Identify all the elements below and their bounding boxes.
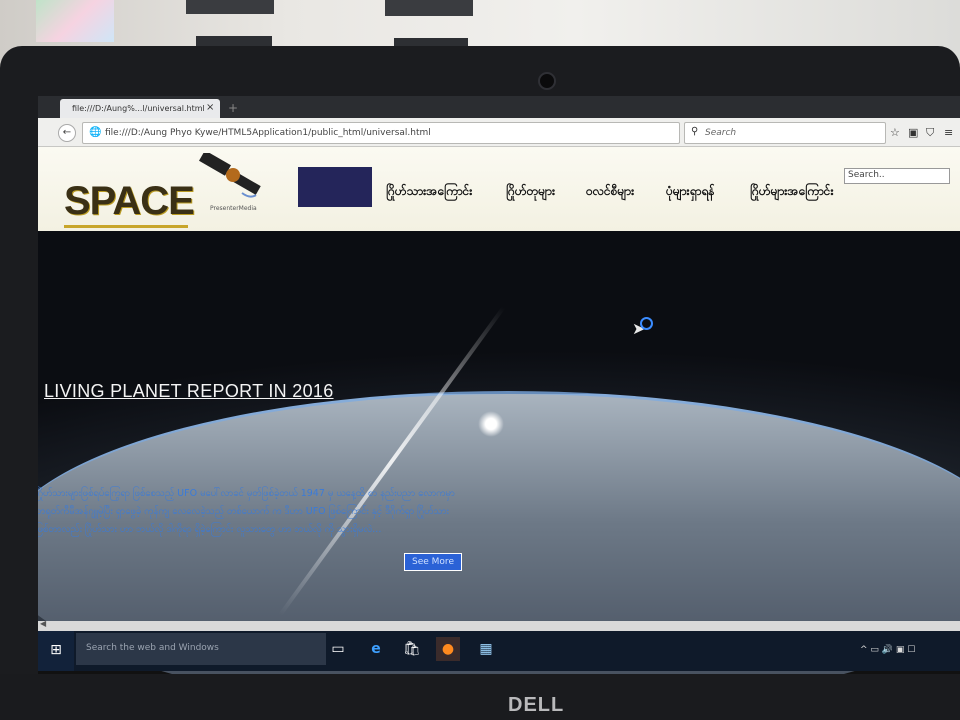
globe-icon: 🌐: [89, 127, 102, 138]
nav-link-aliens[interactable]: ဂြိုဟ်သားအကြောင်း: [386, 183, 472, 201]
hero-title[interactable]: LIVING PLANET REPORT IN 2016: [44, 381, 334, 402]
see-more-button[interactable]: See More: [404, 553, 462, 571]
tab-title: file:///D:/Aung%...l/universal.html: [72, 104, 205, 113]
wall-poster: [36, 0, 114, 42]
taskbar-search-input[interactable]: Search the web and Windows: [76, 633, 326, 665]
edge-browser-icon[interactable]: e: [364, 637, 388, 661]
busy-indicator-icon: [640, 317, 653, 330]
new-tab-button[interactable]: +: [228, 101, 238, 115]
store-icon[interactable]: 🛍: [400, 637, 424, 661]
browser-tab[interactable]: file:///D:/Aung%...l/universal.html ×: [60, 99, 220, 118]
bookmark-star-icon[interactable]: ☆: [890, 126, 900, 139]
laptop-bottom-bezel: [0, 674, 960, 720]
reading-list-icon[interactable]: ▣: [908, 126, 918, 139]
browser-nav-bar: ← 🌐 file:///D:/Aung Phyo Kywe/HTML5Appli…: [38, 118, 960, 147]
pocket-icon[interactable]: ⛉: [926, 126, 934, 140]
nav-link-satellites[interactable]: ဂြိုဟ်တုများ: [506, 183, 555, 201]
nav-link-galaxies[interactable]: ဝလင်စီများ: [586, 183, 634, 201]
site-search-placeholder: Search..: [848, 170, 885, 180]
url-text: file:///D:/Aung Phyo Kywe/HTML5Applicati…: [105, 128, 431, 138]
nav-link-planets[interactable]: ဂြိုဟ်များအကြောင်း: [750, 183, 834, 201]
close-tab-icon[interactable]: ×: [206, 102, 214, 113]
nav-link-photos[interactable]: ပုံများရှာရန်: [666, 183, 715, 201]
window-pane: [385, 0, 473, 16]
laptop-screen: file:///D:/Aung%...l/universal.html × + …: [38, 96, 960, 674]
site-search-input[interactable]: Search..: [844, 168, 950, 184]
search-placeholder: Search: [705, 128, 737, 138]
site-header: SPACE PresenterMedia ဂြိုဟ်သားအကြောင်း ဂ…: [38, 147, 960, 231]
address-bar[interactable]: 🌐 file:///D:/Aung Phyo Kywe/HTML5Applica…: [82, 122, 707, 144]
start-button[interactable]: ⊞: [38, 631, 74, 671]
horizontal-scrollbar[interactable]: ◀: [38, 619, 960, 631]
sun-flare: [478, 411, 504, 437]
firefox-icon[interactable]: ●: [436, 637, 460, 661]
satellite-icon: [199, 153, 261, 198]
browser-search-input[interactable]: ⚲ Search: [684, 122, 886, 144]
logo-underline: [64, 225, 188, 228]
search-icon: ⚲: [691, 126, 699, 137]
menu-icon[interactable]: ≡: [944, 126, 953, 139]
hero-banner: LIVING PLANET REPORT IN 2016 ဂြိုဟ်သားမျ…: [38, 231, 960, 674]
hero-paragraph: ဂြိုဟ်သားများဖြစ်ရပ်ကြွေရာ ဖြစ်စေသည့် UF…: [38, 488, 455, 535]
window-pane: [186, 0, 274, 14]
back-button[interactable]: ←: [58, 124, 76, 142]
site-logo[interactable]: SPACE: [64, 179, 195, 224]
browser-tab-bar: file:///D:/Aung%...l/universal.html × +: [38, 96, 960, 118]
windows-taskbar: ⊞ Search the web and Windows ▭ e 🛍 ● ▦ ^…: [38, 631, 960, 671]
file-explorer-icon[interactable]: ▦: [474, 637, 498, 661]
taskbar-search-placeholder: Search the web and Windows: [86, 643, 219, 653]
webcam: [538, 72, 556, 90]
dell-logo: DELL: [508, 694, 565, 716]
scroll-left-icon[interactable]: ◀: [40, 619, 46, 628]
nav-highlight-block[interactable]: [298, 167, 372, 207]
system-tray[interactable]: ^ ▭ 🔊 ▣ ☐: [860, 645, 915, 655]
task-view-icon[interactable]: ▭: [326, 637, 350, 661]
presenter-media-logo: PresenterMedia: [210, 205, 257, 212]
